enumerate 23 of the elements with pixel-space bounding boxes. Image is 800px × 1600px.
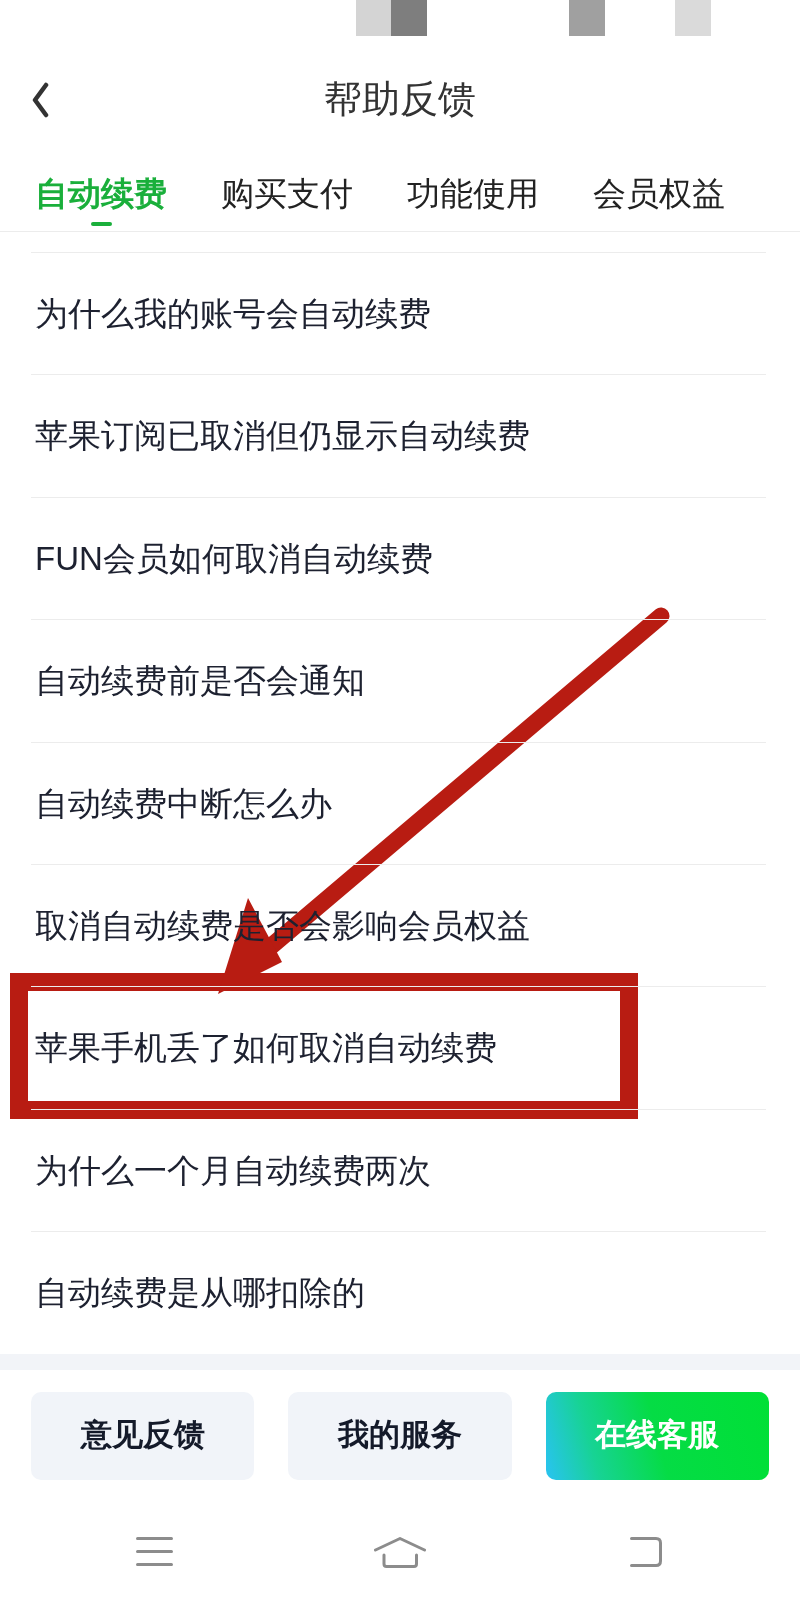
- tab-underline: [90, 222, 112, 226]
- faq-item[interactable]: 自动续费是从哪扣除的: [31, 1231, 766, 1354]
- back-icon[interactable]: [31, 82, 49, 118]
- tab[interactable]: 功能使用: [407, 164, 539, 212]
- bracket-icon[interactable]: [629, 1536, 662, 1567]
- faq-item[interactable]: 为什么一个月自动续费两次: [31, 1108, 766, 1232]
- faq-item[interactable]: 自动续费前是否会通知: [31, 619, 766, 742]
- faq-item[interactable]: FUN会员如何取消自动续费: [31, 496, 766, 620]
- page-title: 帮助反馈: [324, 77, 476, 123]
- faq-item[interactable]: 苹果手机丢了如何取消自动续费: [31, 986, 766, 1109]
- menu-icon[interactable]: [135, 1536, 173, 1566]
- pixelated-block: [356, 0, 391, 36]
- action-button[interactable]: 意见反馈: [31, 1391, 255, 1480]
- faq-item[interactable]: 自动续费中断怎么办: [31, 741, 766, 864]
- tab[interactable]: 会员权益: [593, 164, 725, 212]
- home-icon[interactable]: [374, 1536, 426, 1568]
- action-button[interactable]: 我的服务: [288, 1391, 512, 1480]
- faq-item[interactable]: 苹果订阅已取消但仍显示自动续费: [31, 374, 766, 497]
- pixelated-block: [569, 0, 605, 36]
- pixelated-block: [675, 0, 711, 36]
- pixelated-block: [391, 0, 427, 36]
- tab[interactable]: 购买支付: [221, 164, 353, 212]
- faq-item[interactable]: 为什么我的账号会自动续费: [31, 252, 766, 375]
